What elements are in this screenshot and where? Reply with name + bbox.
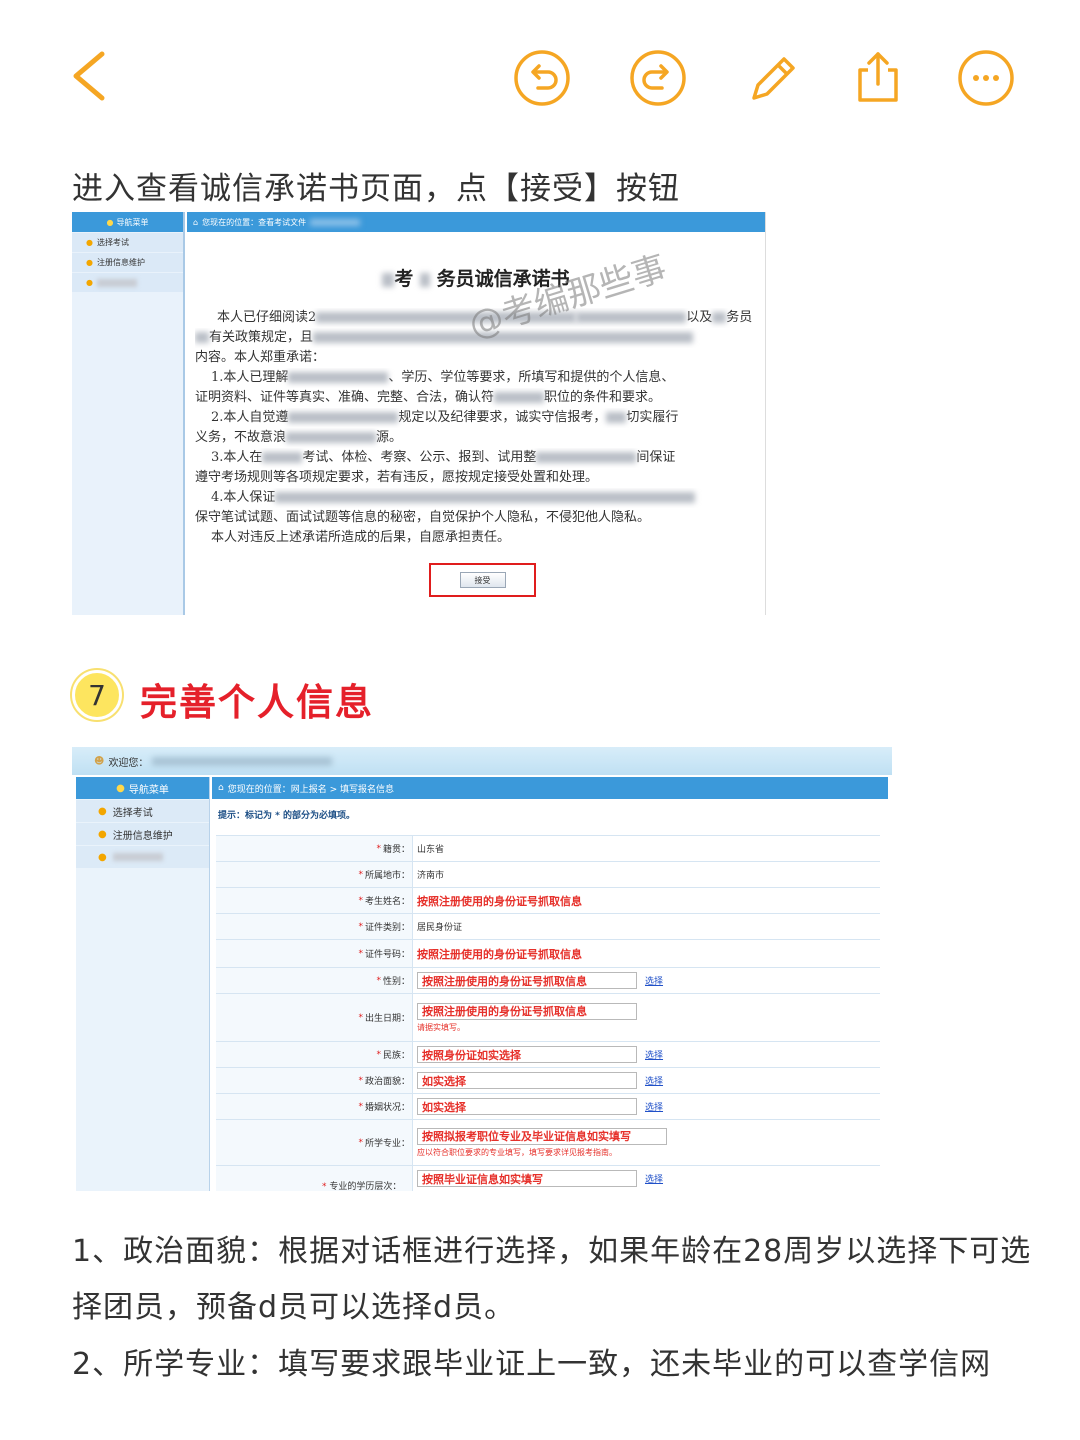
home-icon: ⌂ [218,783,224,793]
form-row-marital: * 婚姻状况： 如实选择 选择 [216,1094,880,1120]
form-row-idno: * 证件号码： 按照注册使用的身份证号抓取信息 [216,940,880,968]
intro-text: 进入查看诚信承诺书页面，点【接受】按钮 [72,171,680,207]
pencil-icon [752,57,795,100]
form-row-birth: * 出生日期： 按照注册使用的身份证号抓取信息 请据实填写。 [216,994,880,1042]
province-value: 山东省 [417,845,445,855]
more-icon [958,50,1014,106]
undo-icon [514,50,570,106]
note-political-status: 1、政治面貌：根据对话框进行选择，如果年龄在28周岁以选择下可选 [72,1226,1031,1270]
form-row-gender: * 性别： 按照注册使用的身份证号抓取信息 选择 [216,968,880,994]
undo-button[interactable] [510,46,574,110]
back-button[interactable] [60,44,124,108]
top-toolbar [0,0,1080,150]
share-icon [858,52,898,102]
form-row-province: * 籍贯： 山东省 [216,836,880,862]
nav-header: ● 导航菜单 [76,777,209,799]
education-select-link[interactable]: 选择 [645,1172,663,1185]
form-row-political: * 政治面貌： 如实选择 选择 [216,1068,880,1094]
chevron-left-icon [73,51,105,101]
note-major: 2、所学专业：填写要求跟毕业证上一致，还未毕业的可以查学信网 [72,1339,991,1383]
nav-icon: ● [116,782,125,794]
political-input[interactable]: 如实选择 [417,1072,637,1089]
sidebar-item-blurred[interactable]: ● [72,273,183,292]
major-note: 应以符合职位要求的专业填写，填写要求详见报考指南。 [417,1147,617,1157]
idtype-value: 居民身份证 [417,923,463,933]
political-select-link[interactable]: 选择 [645,1074,663,1087]
redo-icon [630,50,686,106]
sidebar-item-registration[interactable]: ● 注册信息维护 [72,253,183,272]
blurred-text [310,218,361,226]
name-value: 按照注册使用的身份证号抓取信息 [417,894,582,908]
education-level-label: * 专业的学历层次： [322,1182,402,1191]
sidebar-item-select-exam[interactable]: ● 选择考试 [76,800,209,822]
ethnic-select-link[interactable]: 选择 [645,1048,663,1061]
bullet-icon: ● [86,278,93,287]
marital-input[interactable]: 如实选择 [417,1098,637,1115]
accept-highlight-box: 接受 [429,563,536,597]
gender-input[interactable]: 按照注册使用的身份证号抓取信息 [417,972,637,989]
sidebar: ● 导航菜单 ● 选择考试 ● 注册信息维护 ● [72,212,185,615]
bullet-icon: ● [98,851,107,863]
ethnic-input[interactable]: 按照身份证如实选择 [417,1046,637,1063]
breadcrumb: ⌂ 您现在的位置：网上报名 > 填写报名信息 [212,777,888,799]
section-title: 完善个人信息 [140,681,374,724]
more-button[interactable] [954,46,1018,110]
city-value: 济南市 [417,871,445,881]
highlight-political-status: 政治面貌： [123,1226,278,1270]
user-icon: ☻ [94,755,105,767]
birth-input[interactable]: 按照注册使用的身份证号抓取信息 [417,1002,637,1020]
nav-icon: ● [106,217,114,227]
sidebar-item-blurred[interactable]: ● [76,846,209,868]
required-hint: 提示：标记为 * 的部分为必填项。 [218,811,355,821]
section-number-badge: 7 [72,670,122,720]
education-input[interactable]: 按照毕业证信息如实填写 [417,1170,637,1187]
pledge-title: 考 务员诚信承诺书 [187,264,765,291]
home-icon: ⌂ [193,217,199,227]
gender-select-link[interactable]: 选择 [645,974,663,987]
personal-info-screenshot: ☻ 欢迎您： ● 导航菜单 ● 选择考试 ● 注册信息维护 ● ⌂ 您现在的位置：网上报名… [72,747,892,1191]
bullet-icon: ● [86,238,93,247]
edit-button[interactable] [740,46,804,110]
form-row-major: * 所学专业： 按照拟报考职位专业及毕业证信息如实填写 应以符合职位要求的专业填写，… [216,1120,880,1166]
sidebar-item-select-exam[interactable]: ● 选择考试 [72,233,183,252]
bullet-icon: ● [98,828,107,840]
sidebar-item-registration[interactable]: ● 注册信息维护 [76,823,209,845]
form-row-name: * 考生姓名： 按照注册使用的身份证号抓取信息 [216,888,880,914]
sidebar: ● 导航菜单 ● 选择考试 ● 注册信息维护 ● [76,777,210,1191]
blurred-text [96,278,137,287]
accept-button[interactable]: 接受 [459,572,506,588]
major-input[interactable]: 按照拟报考职位专业及毕业证信息如实填写 [417,1127,667,1145]
blurred-text [112,853,163,861]
idno-value: 按照注册使用的身份证号抓取信息 [417,947,582,961]
bullet-icon: ● [86,258,93,267]
form-row-idtype: * 证件类别： 居民身份证 [216,914,880,940]
nav-header: ● 导航菜单 [72,212,183,232]
highlight-major: 所学专业： [123,1339,278,1383]
form-row-ethnic: * 民族： 按照身份证如实选择 选择 [216,1042,880,1068]
redo-button[interactable] [626,46,690,110]
birth-note: 请据实填写。 [417,1022,465,1032]
main-content: ⌂ 您现在的位置：查看考试文件 考 务员诚信承诺书 本人已仔细阅读2 以及 务员 有关… [187,212,765,615]
welcome-bar: ☻ 欢迎您： [72,747,892,775]
marital-select-link[interactable]: 选择 [645,1100,663,1113]
bullet-icon: ● [98,805,107,817]
note-political-status-cont: 择团员，预备d员可以选择d员。 [72,1290,516,1325]
share-button[interactable] [846,46,910,110]
form-row-city: * 所属地市： 济南市 [216,862,880,888]
registration-form: * 籍贯： 山东省 * 所属地市： 济南市 * 考生姓名： 按照注册使用的身份证号抓取… [216,835,880,1191]
breadcrumb: ⌂ 您现在的位置：查看考试文件 [187,212,765,232]
form-row-education: 按照毕业证信息如实填写 选择 [216,1166,880,1191]
